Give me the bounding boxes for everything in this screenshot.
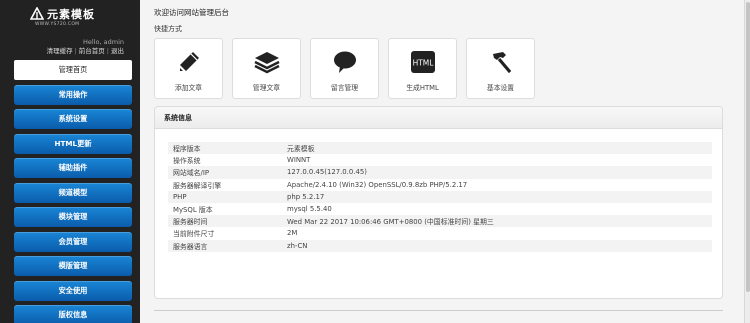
page-title: 欢迎访问网站管理后台	[154, 8, 229, 17]
quick-link-manage-articles[interactable]: 管理文章	[232, 38, 301, 99]
quick-link-label: 生成HTML	[406, 84, 439, 92]
quick-link-label: 管理文章	[252, 84, 281, 92]
info-value: mysql 5.5.40	[287, 205, 332, 214]
info-value: Apache/2.4.10 (Win32) OpenSSL/0.9.8zb PH…	[287, 180, 468, 189]
table-row: 服务器语言 zh-CN	[168, 239, 712, 252]
info-key: 服务器解译引擎	[173, 181, 222, 190]
info-key: MySQL 版本	[173, 206, 213, 215]
table-row: 网站域名/IP 127.0.0.45(127.0.0.45)	[168, 166, 712, 179]
table-row: 操作系统 WINNT	[168, 154, 712, 166]
info-key: PHP	[173, 192, 187, 201]
quick-links-heading: 快捷方式	[154, 25, 182, 33]
separator: |	[106, 47, 109, 55]
frontend-home-link[interactable]: 前台首页	[79, 47, 105, 55]
pencil-icon	[174, 49, 204, 75]
quick-link-label: 添加文章	[174, 84, 203, 92]
table-row: 当前附件尺寸 2M	[168, 227, 712, 239]
sidebar-item-members[interactable]: 会员管理	[14, 231, 132, 252]
info-value: 2M	[287, 229, 298, 238]
brand-logo[interactable]: 元素模板	[30, 6, 140, 22]
separator: |	[74, 47, 77, 55]
info-value: 元素模板	[287, 145, 315, 154]
scrollbar-thumb[interactable]	[746, 2, 750, 292]
sidebar-item-common-operations[interactable]: 常用操作	[14, 84, 132, 105]
sidebar-item-channel-models[interactable]: 频道模型	[14, 182, 132, 203]
system-info-panel: 系统信息 程序版本 元素模板 操作系统 WINNT 网站域名/IP 127.0.0.4…	[154, 106, 723, 299]
system-info-table: 程序版本 元素模板 操作系统 WINNT 网站域名/IP 127.0.0.45(127…	[168, 142, 712, 252]
clear-cache-link[interactable]: 清理缓存	[47, 47, 73, 55]
logo-icon	[30, 7, 44, 21]
main-content: 欢迎访问网站管理后台 快捷方式 添加文章 管理文章 留言管理 HTML 生成HT…	[140, 0, 744, 323]
sidebar-item-security[interactable]: 安全使用	[14, 280, 132, 301]
table-row: 程序版本 元素模板	[168, 142, 712, 155]
quick-link-messages[interactable]: 留言管理	[310, 38, 379, 99]
info-value: Wed Mar 22 2017 10:06:46 GMT+0800 (中国标准时…	[287, 218, 494, 227]
brand-name: 元素模板	[47, 8, 95, 21]
logout-link[interactable]: 退出	[111, 47, 124, 55]
quick-link-label: 留言管理	[330, 84, 359, 92]
sidebar-item-templates[interactable]: 模版管理	[14, 256, 132, 276]
speech-bubble-icon	[330, 49, 360, 75]
sidebar-item-plugins[interactable]: 辅助插件	[14, 158, 132, 178]
info-key: 服务器时间	[173, 218, 208, 227]
stack-icon	[252, 49, 282, 75]
sidebar: 元素模板 WWW.YS720.COM Hello, admin 清理缓存 | 前台首…	[0, 0, 140, 323]
html-icon: HTML	[408, 49, 438, 75]
svg-text:HTML: HTML	[412, 59, 434, 68]
hammer-icon	[486, 49, 516, 75]
user-greeting: Hello, admin	[83, 38, 124, 46]
info-key: 操作系统	[173, 157, 201, 166]
info-value: php 5.2.17	[287, 192, 325, 201]
user-links: 清理缓存 | 前台首页 | 退出	[0, 47, 140, 56]
info-key: 网站域名/IP	[173, 169, 210, 178]
quick-link-label: 基本设置	[486, 84, 515, 92]
quick-links: 添加文章 管理文章 留言管理 HTML 生成HTML 基本设置	[154, 38, 544, 99]
quick-link-generate-html[interactable]: HTML 生成HTML	[388, 38, 457, 99]
brand-subtitle: WWW.YS720.COM	[35, 22, 80, 27]
sidebar-item-modules[interactable]: 模块管理	[14, 207, 132, 227]
sidebar-item-copyright[interactable]: 版权信息	[14, 305, 132, 323]
table-row: MySQL 版本 mysql 5.5.40	[168, 203, 712, 215]
quick-link-add-article[interactable]: 添加文章	[154, 38, 223, 99]
page-scrollbar[interactable]	[744, 0, 750, 323]
panel-title: 系统信息	[155, 107, 722, 129]
quick-link-basic-settings[interactable]: 基本设置	[466, 38, 535, 99]
divider	[154, 310, 723, 311]
info-value: WINNT	[287, 156, 311, 165]
info-key: 程序版本	[173, 145, 201, 154]
info-key: 服务器语言	[173, 242, 208, 251]
info-value: 127.0.0.45(127.0.0.45)	[287, 168, 367, 177]
table-row: 服务器解译引擎 Apache/2.4.10 (Win32) OpenSSL/0.9…	[168, 179, 712, 191]
sidebar-menu: 管理首页 常用操作 系统设置 HTML更新 辅助插件 频道模型 模块管理 会员管…	[14, 60, 132, 323]
table-row: 服务器时间 Wed Mar 22 2017 10:06:46 GMT+0800 (…	[168, 215, 712, 228]
table-row: PHP php 5.2.17	[168, 190, 712, 203]
info-value: zh-CN	[287, 241, 308, 250]
sidebar-item-system-settings[interactable]: 系统设置	[14, 109, 132, 129]
sidebar-item-dashboard[interactable]: 管理首页	[14, 60, 132, 80]
info-key: 当前附件尺寸	[173, 230, 215, 239]
sidebar-item-html-update[interactable]: HTML更新	[14, 133, 132, 154]
